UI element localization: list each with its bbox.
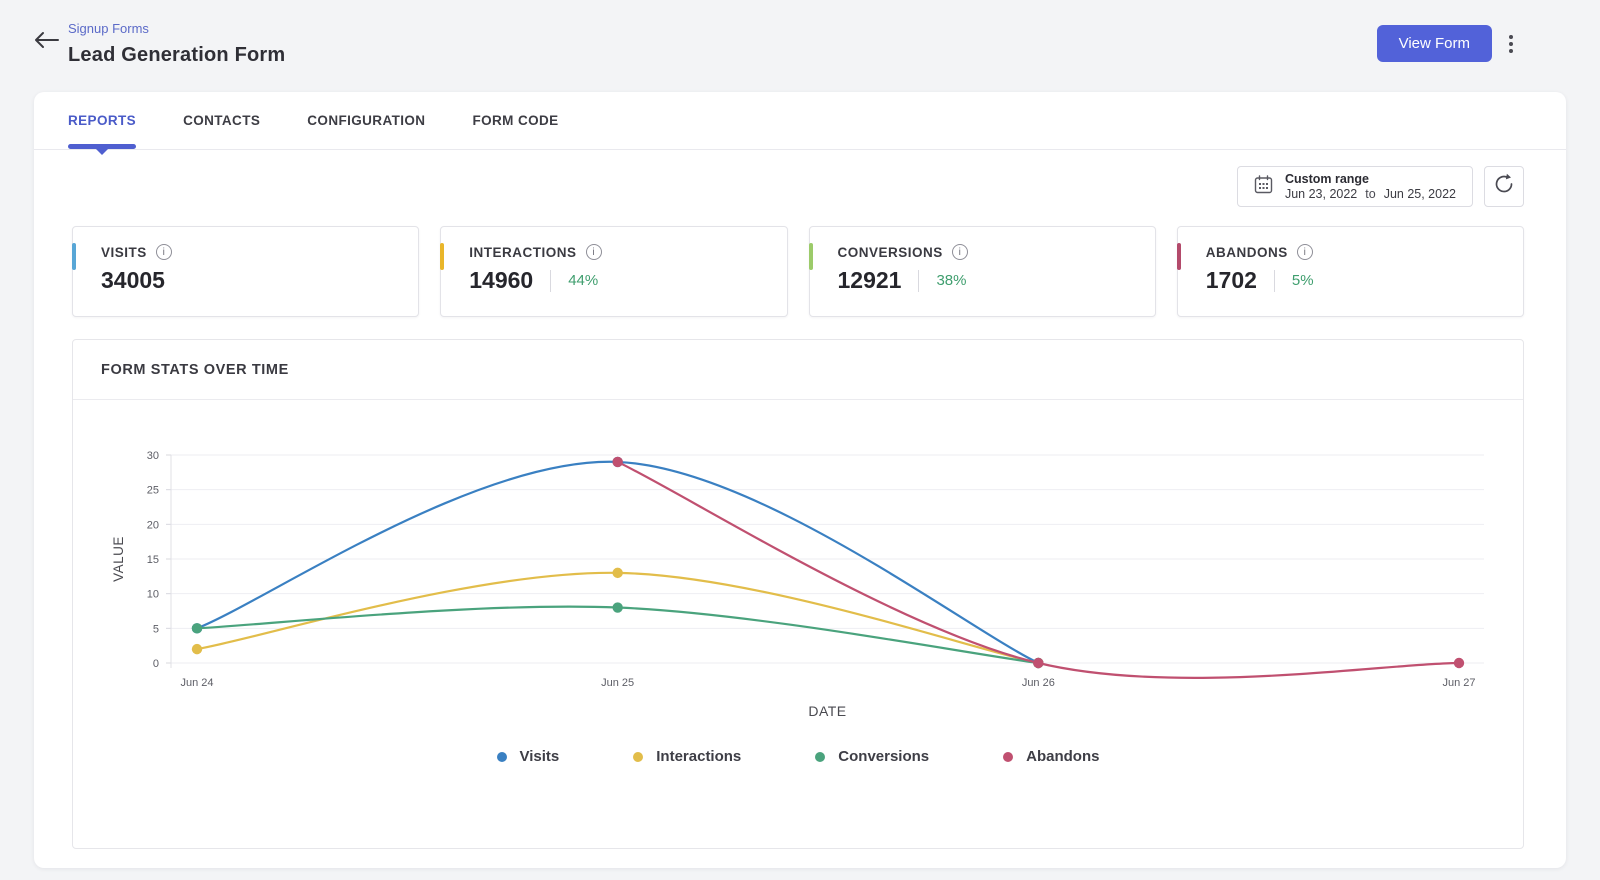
info-icon[interactable] xyxy=(155,244,172,260)
tab-form-code[interactable]: FORM CODE xyxy=(472,92,558,149)
stat-value: 14960 xyxy=(469,267,534,293)
date-range-text: Custom range Jun 23, 2022 to Jun 25, 2022 xyxy=(1285,172,1456,201)
tab-contacts[interactable]: CONTACTS xyxy=(183,92,260,149)
range-end: Jun 25, 2022 xyxy=(1383,187,1456,201)
svg-text:30: 30 xyxy=(147,450,159,462)
legend-dot-icon xyxy=(496,751,507,762)
info-icon[interactable] xyxy=(951,244,968,260)
stat-card-abandons: ABANDONS 1702 5% xyxy=(1176,226,1524,317)
legend-item-conversions[interactable]: Conversions xyxy=(815,748,929,765)
date-range-label: Custom range xyxy=(1284,172,1370,186)
svg-text:0: 0 xyxy=(153,658,159,670)
arrow-left-icon xyxy=(33,31,59,54)
date-range-value: Jun 23, 2022 to Jun 25, 2022 xyxy=(1285,187,1456,201)
form-stats-chart: 0 5 10 15 20 25 30 Jun 24 Jun 25 Jun 26 Jun 27 DATE… xyxy=(111,450,1484,719)
stat-percent: 5% xyxy=(1291,272,1314,289)
legend-label: Visits xyxy=(519,748,560,765)
svg-text:VALUE: VALUE xyxy=(111,536,126,582)
stat-percent: 44% xyxy=(568,272,599,289)
date-range-picker[interactable]: Custom range Jun 23, 2022 to Jun 25, 2022 xyxy=(1236,166,1473,207)
legend-dot-icon xyxy=(633,751,644,762)
stat-card-interactions: INTERACTIONS 14960 44% xyxy=(440,226,788,317)
stat-value: 12921 xyxy=(837,267,902,293)
legend-dot-icon xyxy=(1003,751,1014,762)
stat-percent: 38% xyxy=(936,272,967,289)
legend-label: Interactions xyxy=(656,748,742,765)
stat-label: CONVERSIONS xyxy=(837,244,943,260)
page-title: Lead Generation Form xyxy=(68,44,286,66)
top-header: Signup Forms Lead Generation Form View F… xyxy=(0,0,1600,92)
stat-accent-bar xyxy=(1176,243,1181,270)
stats-row: VISITS 34005 INTERACTIONS 14960 44% CONV… xyxy=(34,226,1566,317)
range-start: Jun 23, 2022 xyxy=(1284,187,1358,201)
stat-label: INTERACTIONS xyxy=(469,244,577,260)
stat-label: ABANDONS xyxy=(1205,244,1288,260)
svg-text:DATE: DATE xyxy=(808,703,846,719)
svg-text:20: 20 xyxy=(147,519,159,531)
stat-value: 1702 xyxy=(1205,267,1257,293)
range-to: to xyxy=(1365,187,1376,201)
calendar-icon xyxy=(1254,174,1273,199)
stat-accent-bar xyxy=(808,243,813,270)
stat-accent-bar xyxy=(440,243,445,270)
svg-text:Jun 25: Jun 25 xyxy=(601,677,634,689)
kebab-menu-icon[interactable] xyxy=(1502,32,1520,56)
value-divider xyxy=(550,269,552,292)
stat-label: VISITS xyxy=(101,244,147,260)
legend-label: Abandons xyxy=(1026,748,1100,765)
value-divider xyxy=(918,269,920,292)
tab-configuration[interactable]: CONFIGURATION xyxy=(307,92,425,149)
breadcrumb[interactable]: Signup Forms xyxy=(68,21,149,36)
chart-legend: Visits Interactions Conversions Abandons xyxy=(73,748,1523,765)
report-toolbar: Custom range Jun 23, 2022 to Jun 25, 2022 xyxy=(34,166,1566,207)
info-icon[interactable] xyxy=(1296,244,1313,260)
info-icon[interactable] xyxy=(585,244,602,260)
stat-card-conversions: CONVERSIONS 12921 38% xyxy=(808,226,1156,317)
value-divider xyxy=(1273,269,1275,292)
svg-text:15: 15 xyxy=(147,554,159,566)
stat-value: 34005 xyxy=(101,267,165,293)
legend-label: Conversions xyxy=(838,748,930,765)
main-card: REPORTS CONTACTS CONFIGURATION FORM CODE… xyxy=(34,92,1566,868)
svg-text:10: 10 xyxy=(147,589,159,601)
svg-text:Jun 24: Jun 24 xyxy=(180,677,213,689)
tab-reports[interactable]: REPORTS xyxy=(68,92,137,155)
legend-dot-icon xyxy=(815,751,826,762)
legend-item-interactions[interactable]: Interactions xyxy=(633,748,741,765)
svg-text:Jun 26: Jun 26 xyxy=(1022,677,1055,689)
chart-card: FORM STATS OVER TIME 0 5 10 15 20 25 30 Jun 24 J… xyxy=(72,339,1524,849)
refresh-button[interactable] xyxy=(1484,166,1524,207)
chart-body: 0 5 10 15 20 25 30 Jun 24 Jun 25 Jun 26 Jun 27 DATE… xyxy=(73,400,1523,765)
tab-bar: REPORTS CONTACTS CONFIGURATION FORM CODE xyxy=(34,92,1566,155)
back-button[interactable] xyxy=(32,28,60,56)
stat-accent-bar xyxy=(72,243,76,270)
refresh-icon xyxy=(1493,173,1515,200)
chart-title: FORM STATS OVER TIME xyxy=(101,361,289,378)
svg-text:Jun 27: Jun 27 xyxy=(1442,677,1475,689)
legend-item-abandons[interactable]: Abandons xyxy=(1003,748,1099,765)
svg-text:5: 5 xyxy=(153,623,159,635)
view-form-button[interactable]: View Form xyxy=(1376,25,1492,62)
stat-card-visits: VISITS 34005 xyxy=(72,226,420,317)
svg-text:25: 25 xyxy=(147,485,159,497)
chart-header: FORM STATS OVER TIME xyxy=(73,340,1523,400)
legend-item-visits[interactable]: Visits xyxy=(496,748,560,765)
